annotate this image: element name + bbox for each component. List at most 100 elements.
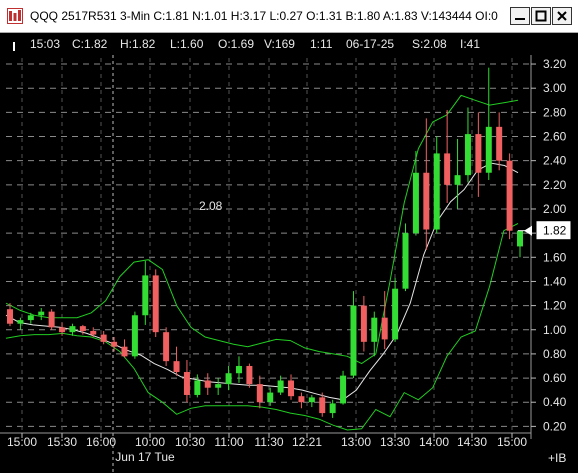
candle bbox=[444, 109, 451, 203]
candle bbox=[17, 317, 24, 330]
candle bbox=[142, 260, 149, 325]
candle bbox=[256, 375, 263, 409]
candle bbox=[173, 346, 180, 376]
candle-body bbox=[340, 375, 347, 404]
chart-window: QQQ 2517R531 3-Min C:1.81 N:1.01 H:3.17 … bbox=[0, 0, 578, 473]
maximize-icon bbox=[535, 10, 547, 22]
candle-body bbox=[277, 380, 284, 393]
price-axis[interactable]: 3.203.002.802.602.402.202.001.801.601.40… bbox=[518, 55, 578, 465]
title-bar[interactable]: QQQ 2517R531 3-Min C:1.81 N:1.01 H:3.17 … bbox=[0, 0, 578, 33]
candle-body bbox=[194, 380, 201, 395]
candle-body bbox=[402, 233, 409, 289]
time-axis[interactable]: 15:00 15:30 16:00 10:00 10:30 11:00 11:30 12:21… bbox=[0, 432, 531, 464]
info-strike: S:2.08 bbox=[412, 37, 447, 51]
candle-body bbox=[121, 346, 128, 357]
candle bbox=[215, 378, 222, 395]
candle bbox=[308, 394, 315, 408]
time-tick-label: 10:00 bbox=[135, 435, 165, 449]
candle-body bbox=[246, 365, 253, 385]
minimize-icon bbox=[515, 18, 525, 20]
price-tick-label: 1.00 bbox=[543, 323, 567, 337]
price-tick-label: 2.60 bbox=[543, 130, 567, 144]
price-tick-label: 1.20 bbox=[543, 299, 567, 313]
candle-body bbox=[360, 305, 367, 342]
price-tick-label: 2.00 bbox=[543, 202, 567, 216]
candle-body bbox=[100, 334, 107, 342]
candle bbox=[163, 327, 170, 366]
candle bbox=[267, 387, 274, 406]
candle-body bbox=[142, 275, 149, 316]
candle-body bbox=[59, 327, 66, 333]
candle-body bbox=[215, 384, 222, 388]
chart-annotation: 2.08 bbox=[199, 199, 223, 213]
candle-body bbox=[392, 288, 399, 340]
candle-body bbox=[464, 134, 471, 176]
candle bbox=[496, 112, 503, 171]
candle bbox=[204, 373, 211, 395]
price-tick-label: 1.60 bbox=[543, 250, 567, 264]
scale-button[interactable]: +IB bbox=[548, 451, 566, 465]
info-low: L:1.60 bbox=[170, 37, 204, 51]
chart-grid bbox=[6, 55, 530, 473]
price-chart[interactable]: 2.08 3.203.002.802.602.402.202.001.801.6… bbox=[0, 55, 578, 473]
candle-body bbox=[485, 126, 492, 173]
candle-body bbox=[173, 361, 180, 373]
date-label: Jun 17 Tue bbox=[115, 450, 175, 464]
price-tick-label: 0.40 bbox=[543, 395, 567, 409]
candle-body bbox=[256, 384, 263, 403]
price-tick-label: 0.80 bbox=[543, 347, 567, 361]
candle-body bbox=[235, 365, 242, 374]
candle bbox=[475, 112, 482, 197]
maximize-button[interactable] bbox=[531, 7, 551, 25]
candle-body bbox=[319, 397, 326, 414]
candle-body bbox=[433, 153, 440, 230]
price-tick-label: 3.00 bbox=[543, 81, 567, 95]
candle bbox=[152, 269, 159, 337]
candle-body bbox=[69, 326, 76, 333]
info-open: O:1.69 bbox=[218, 37, 255, 51]
candle bbox=[246, 363, 253, 388]
close-button[interactable] bbox=[552, 7, 572, 25]
candle-body bbox=[163, 332, 170, 362]
time-tick-label: 15:00 bbox=[497, 435, 527, 449]
current-price-label: 1.82 bbox=[543, 224, 567, 238]
candle-body bbox=[308, 397, 315, 403]
minimize-button[interactable] bbox=[510, 7, 530, 25]
candle-body bbox=[27, 315, 34, 321]
info-close: C:1.82 bbox=[72, 37, 108, 51]
candle bbox=[38, 308, 45, 321]
time-tick-label: 16:00 bbox=[86, 435, 116, 449]
candle-body bbox=[496, 126, 503, 161]
time-tick-label: 11:00 bbox=[214, 435, 243, 449]
candle-body bbox=[90, 330, 97, 335]
price-tick-label: 3.20 bbox=[543, 57, 567, 71]
candle bbox=[517, 230, 523, 258]
time-tick-label: 13:00 bbox=[341, 435, 371, 449]
candle bbox=[412, 151, 419, 236]
candle-body bbox=[267, 392, 274, 403]
price-tick-label: 2.20 bbox=[543, 178, 567, 192]
indicator-lines bbox=[5, 94, 519, 431]
quote-info-bar: 15:03 C:1.82 H:1.82 L:1.60 O:1.69 V:169 … bbox=[0, 33, 578, 53]
candle bbox=[392, 277, 399, 342]
candlestick-series bbox=[7, 67, 523, 418]
candle-body bbox=[506, 160, 513, 231]
candle-body bbox=[111, 341, 118, 347]
time-tick-label: 12:21 bbox=[292, 435, 322, 449]
candle-body bbox=[183, 372, 190, 395]
candle bbox=[90, 327, 97, 337]
candle bbox=[350, 291, 357, 379]
info-time: 15:03 bbox=[30, 37, 61, 51]
info-volume: V:169 bbox=[264, 37, 295, 51]
candle bbox=[402, 223, 409, 292]
price-tick-label: 0.20 bbox=[543, 419, 567, 433]
candle-body bbox=[152, 275, 159, 333]
candle-body bbox=[329, 403, 336, 414]
candle bbox=[235, 356, 242, 383]
candle bbox=[183, 359, 190, 403]
candle bbox=[298, 392, 305, 409]
candle-body bbox=[423, 172, 430, 230]
bollinger-upper-line bbox=[5, 94, 519, 365]
candle bbox=[360, 295, 367, 352]
candle bbox=[433, 136, 440, 234]
